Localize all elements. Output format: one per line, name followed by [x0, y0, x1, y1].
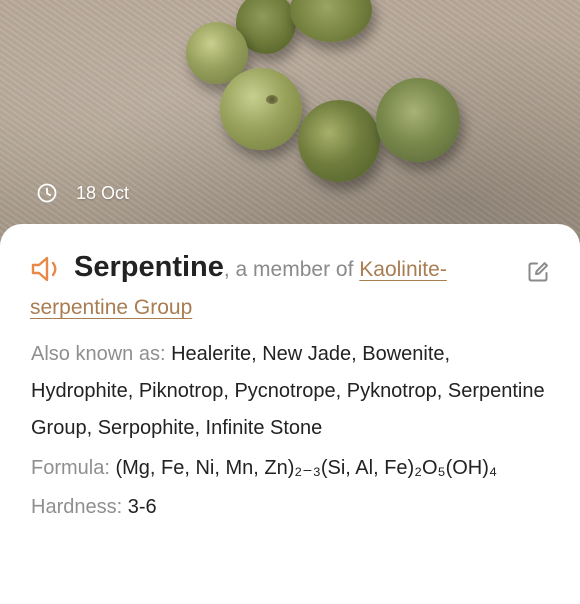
bead: [376, 78, 460, 162]
mineral-photo[interactable]: 18 Oct: [0, 0, 580, 250]
speaker-icon[interactable]: [30, 254, 66, 284]
also-known-as: Also known as: Healerite, New Jade, Bowe…: [31, 336, 551, 447]
bead: [290, 0, 372, 42]
photo-date: 18 Oct: [76, 182, 130, 203]
bead-hole: [266, 95, 278, 104]
formula-label: Formula:: [31, 457, 116, 479]
formula-value: (Mg, Fe, Ni, Mn, Zn)₂₋₃(Si, Al, Fe)₂O₅(O…: [115, 457, 498, 479]
bead: [220, 68, 302, 150]
group-link-part2[interactable]: serpentine Group: [30, 296, 192, 319]
clock-icon: [37, 183, 57, 203]
mineral-title: Serpentine, a member of Kaolinite- serpe…: [30, 248, 500, 327]
group-link-part1[interactable]: Kaolinite-: [359, 258, 447, 281]
edit-icon[interactable]: [526, 260, 550, 284]
formula: Formula: (Mg, Fe, Ni, Mn, Zn)₂₋₃(Si, Al,…: [31, 451, 551, 485]
hardness-label: Hardness:: [31, 496, 128, 518]
title-block: Serpentine, a member of Kaolinite- serpe…: [30, 248, 500, 327]
mineral-info-card: Serpentine, a member of Kaolinite- serpe…: [0, 224, 580, 604]
member-of-text: , a member of: [223, 258, 360, 281]
photo-date-row: 18 Oct: [36, 182, 129, 204]
hardness-value: 3-6: [127, 496, 157, 518]
bead: [298, 100, 380, 182]
hardness: Hardness: 3-6: [31, 489, 551, 526]
properties-list: Also known as: Healerite, New Jade, Bowe…: [31, 336, 551, 526]
mineral-name: Serpentine: [74, 251, 224, 283]
aka-label: Also known as:: [31, 343, 172, 365]
